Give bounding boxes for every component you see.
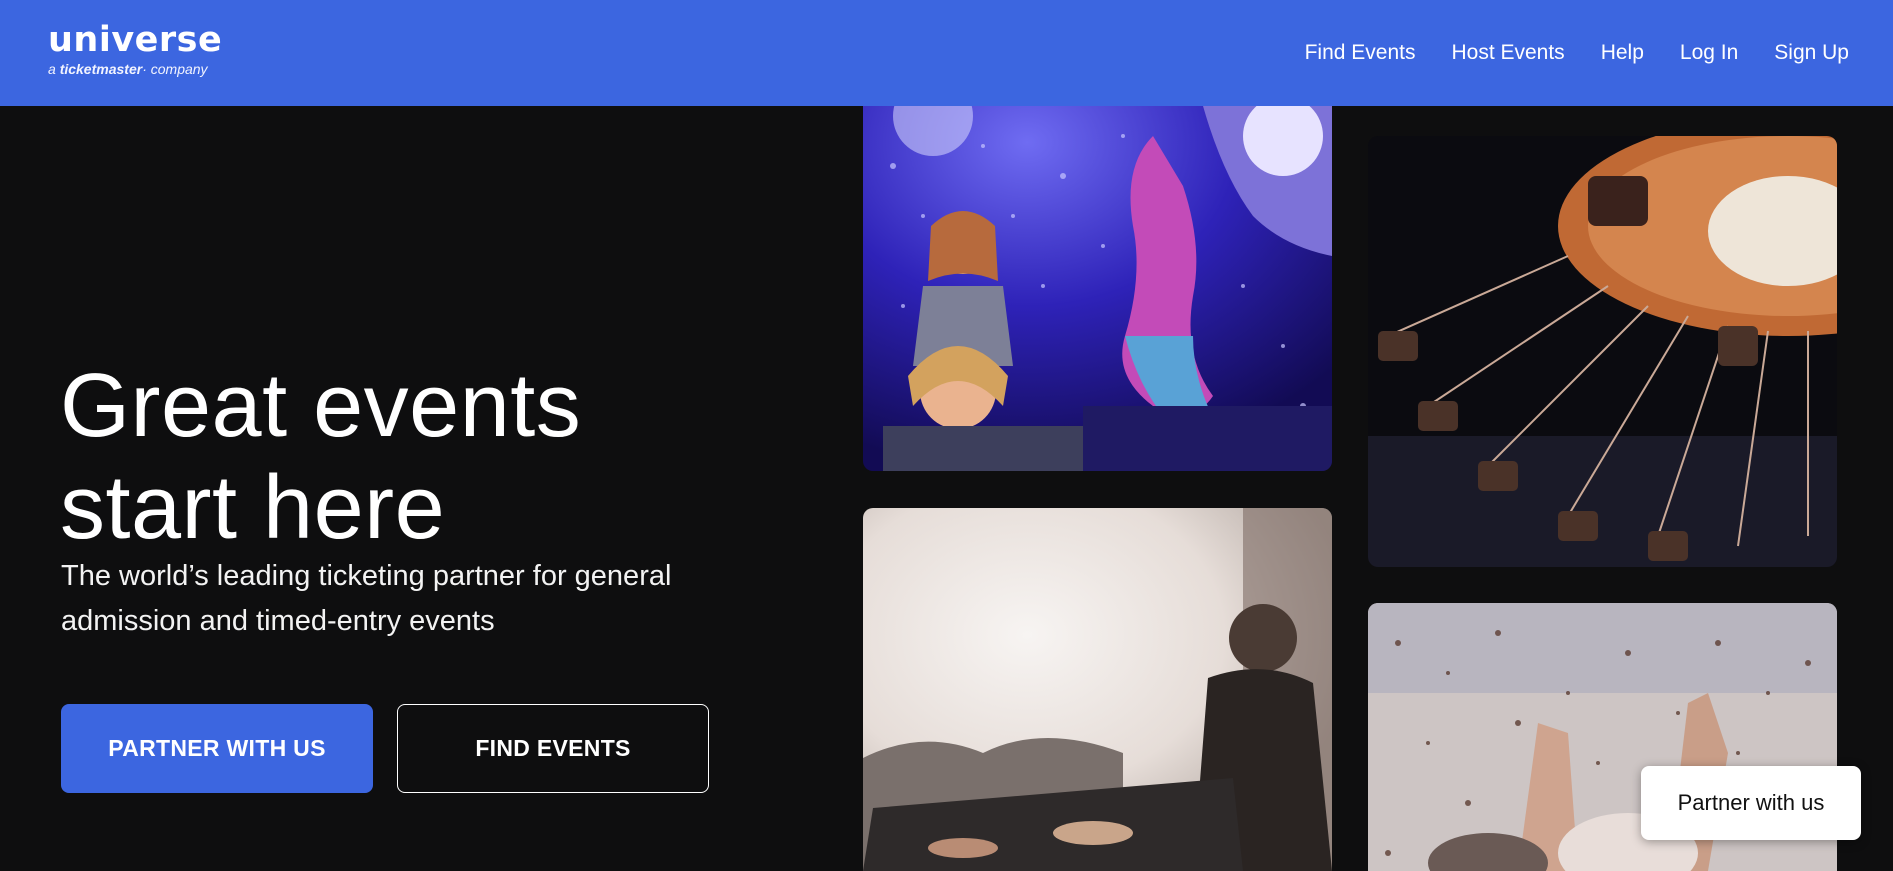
partner-with-us-button[interactable]: PARTNER WITH US [61,704,373,793]
nav-log-in[interactable]: Log In [1680,41,1738,65]
swing-carousel-photo [1368,136,1837,567]
logo-wordmark: universe [48,20,223,60]
nav-help[interactable]: Help [1601,41,1644,65]
main-nav: Find Events Host Events Help Log In Sign… [1305,0,1849,106]
floating-partner-button[interactable]: Partner with us [1641,766,1861,840]
mermaid-show-illustration [863,106,1332,471]
logo-tagline: a ticketmaster· company [48,61,222,77]
nav-host-events[interactable]: Host Events [1451,41,1564,65]
tagline-dot: · [142,61,147,77]
swing-carousel-illustration [1368,136,1837,567]
hero-title-line-1: Great events [60,356,582,456]
tagline-brand: ticketmaster [59,61,143,77]
universe-logo[interactable]: universe a ticketmaster· company [48,22,222,77]
dj-concert-illustration [863,508,1332,871]
mermaid-show-photo [863,106,1332,471]
nav-sign-up[interactable]: Sign Up [1774,41,1849,65]
nav-find-events[interactable]: Find Events [1305,41,1416,65]
site-header: universe a ticketmaster· company Find Ev… [0,0,1893,106]
tagline-prefix: a [48,61,56,77]
find-events-button[interactable]: FIND EVENTS [397,704,709,793]
hero-title: Great events start here [60,355,780,559]
dj-concert-photo [863,508,1332,871]
hero-subtitle: The world’s leading ticketing partner fo… [61,560,672,637]
hero-title-line-2: start here [60,458,446,558]
tagline-suffix: company [150,61,208,77]
